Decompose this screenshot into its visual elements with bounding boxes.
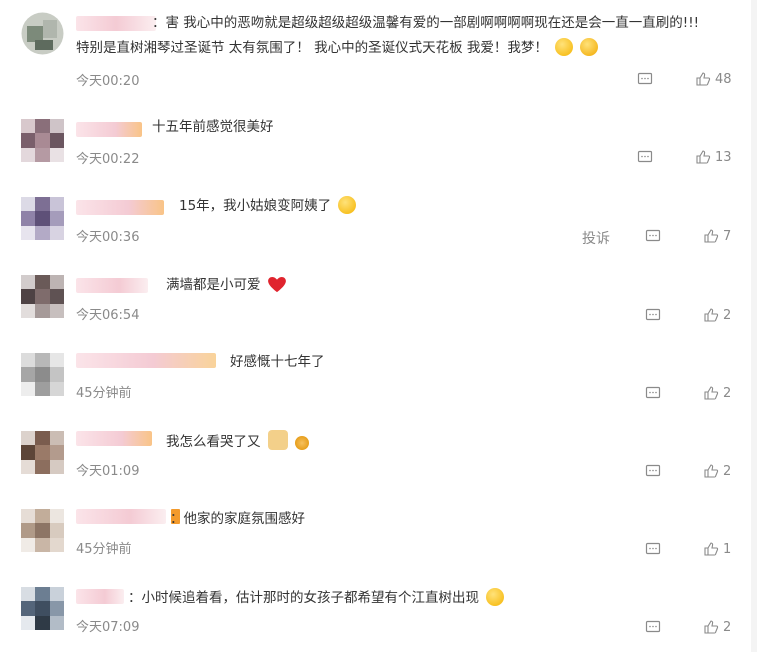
comment-time: 45分钟前 xyxy=(76,386,132,401)
like-button[interactable]: 2 xyxy=(703,463,731,479)
laughing-face-icon xyxy=(555,38,574,56)
comment-text-line2: 特别是直树湘琴过圣诞节 太有氛围了！ 我心中的圣诞仪式天花板 我爱！我梦！ xyxy=(76,37,599,60)
comment-time: 今天07:09 xyxy=(76,620,140,635)
thumbs-up-icon xyxy=(704,229,719,243)
grinning-face-icon xyxy=(486,588,505,606)
avatar[interactable] xyxy=(21,119,64,162)
comment-text: 15年，我小姑娘变阿姨了 xyxy=(179,195,357,218)
red-heart-icon xyxy=(267,277,286,293)
comment-time: 今天06:54 xyxy=(76,308,140,323)
thumbs-up-icon xyxy=(696,72,711,86)
avatar[interactable] xyxy=(21,197,64,240)
thumbs-up-icon xyxy=(704,386,719,400)
avatar[interactable] xyxy=(21,12,64,55)
avatar[interactable] xyxy=(21,509,64,552)
comment-time: 今天00:20 xyxy=(76,74,140,89)
like-count: 1 xyxy=(723,541,732,557)
reply-icon[interactable] xyxy=(645,463,661,479)
avatar[interactable] xyxy=(21,587,64,630)
small-face-icon xyxy=(295,436,310,450)
avatar[interactable] xyxy=(21,353,64,396)
reply-icon[interactable] xyxy=(645,541,661,557)
avatar[interactable] xyxy=(21,275,64,318)
comment-time: 45分钟前 xyxy=(76,542,132,557)
like-button[interactable]: 2 xyxy=(703,307,731,323)
comment-time: 今天00:22 xyxy=(76,152,140,167)
reply-icon[interactable] xyxy=(645,228,661,244)
reply-icon[interactable] xyxy=(637,71,653,87)
reply-icon[interactable] xyxy=(645,307,661,323)
username-blurred[interactable] xyxy=(76,589,124,604)
username-blurred[interactable] xyxy=(76,278,148,293)
username-blurred[interactable] xyxy=(76,122,142,137)
comment-text: 我怎么看哭了又 xyxy=(166,430,310,454)
reply-icon[interactable] xyxy=(645,619,661,635)
like-count: 48 xyxy=(715,71,732,87)
scrollbar[interactable] xyxy=(751,0,757,652)
like-button[interactable]: 2 xyxy=(703,385,731,401)
comment-list: ：害 我心中的恶吻就是超级超级超级温馨有爱的一部剧啊啊啊啊现在还是会一直一直刷的… xyxy=(0,0,757,652)
like-button[interactable]: 13 xyxy=(695,149,732,165)
comment-time: 今天00:36 xyxy=(76,230,140,245)
comment-text: 好感慨十七年了 xyxy=(230,354,325,370)
thumbs-up-icon xyxy=(704,308,719,322)
crying-dog-icon xyxy=(267,430,288,450)
comment-time: 今天01:09 xyxy=(76,464,140,479)
thumbs-up-icon xyxy=(704,620,719,634)
username-blurred[interactable] xyxy=(76,353,216,368)
like-count: 2 xyxy=(723,619,732,635)
like-count: 13 xyxy=(715,149,732,165)
comment-text: ：小时候追着看，估计那时的女孩子都希望有个江直树出现 xyxy=(128,587,505,610)
like-button[interactable]: 2 xyxy=(703,619,731,635)
report-button[interactable]: 投诉 xyxy=(582,228,610,248)
username-blurred[interactable] xyxy=(76,16,156,31)
like-button[interactable]: 48 xyxy=(695,71,732,87)
comment-text: 满墙都是小可爱 xyxy=(166,274,286,297)
reply-icon[interactable] xyxy=(637,149,653,165)
comment-text: 十五年前感觉很美好 xyxy=(152,119,274,135)
comment-text: ：他家的家庭氛围感好 xyxy=(170,511,305,527)
like-count: 2 xyxy=(723,463,732,479)
like-count: 2 xyxy=(723,385,732,401)
reply-icon[interactable] xyxy=(645,385,661,401)
username-blurred[interactable] xyxy=(76,200,164,215)
like-button[interactable]: 1 xyxy=(703,541,731,557)
username-blurred[interactable] xyxy=(76,431,152,446)
thumbs-up-icon xyxy=(704,464,719,478)
like-count: 7 xyxy=(723,228,732,244)
crying-laugh-face-icon xyxy=(338,196,357,214)
username-blurred[interactable] xyxy=(76,509,180,524)
thumbs-up-icon xyxy=(696,150,711,164)
avatar[interactable] xyxy=(21,431,64,474)
like-button[interactable]: 7 xyxy=(703,228,731,244)
crying-face-icon xyxy=(580,38,599,56)
like-count: 2 xyxy=(723,307,732,323)
thumbs-up-icon xyxy=(704,542,719,556)
comment-text-line1: ：害 我心中的恶吻就是超级超级超级温馨有爱的一部剧啊啊啊啊现在还是会一直一直刷的… xyxy=(152,15,700,31)
